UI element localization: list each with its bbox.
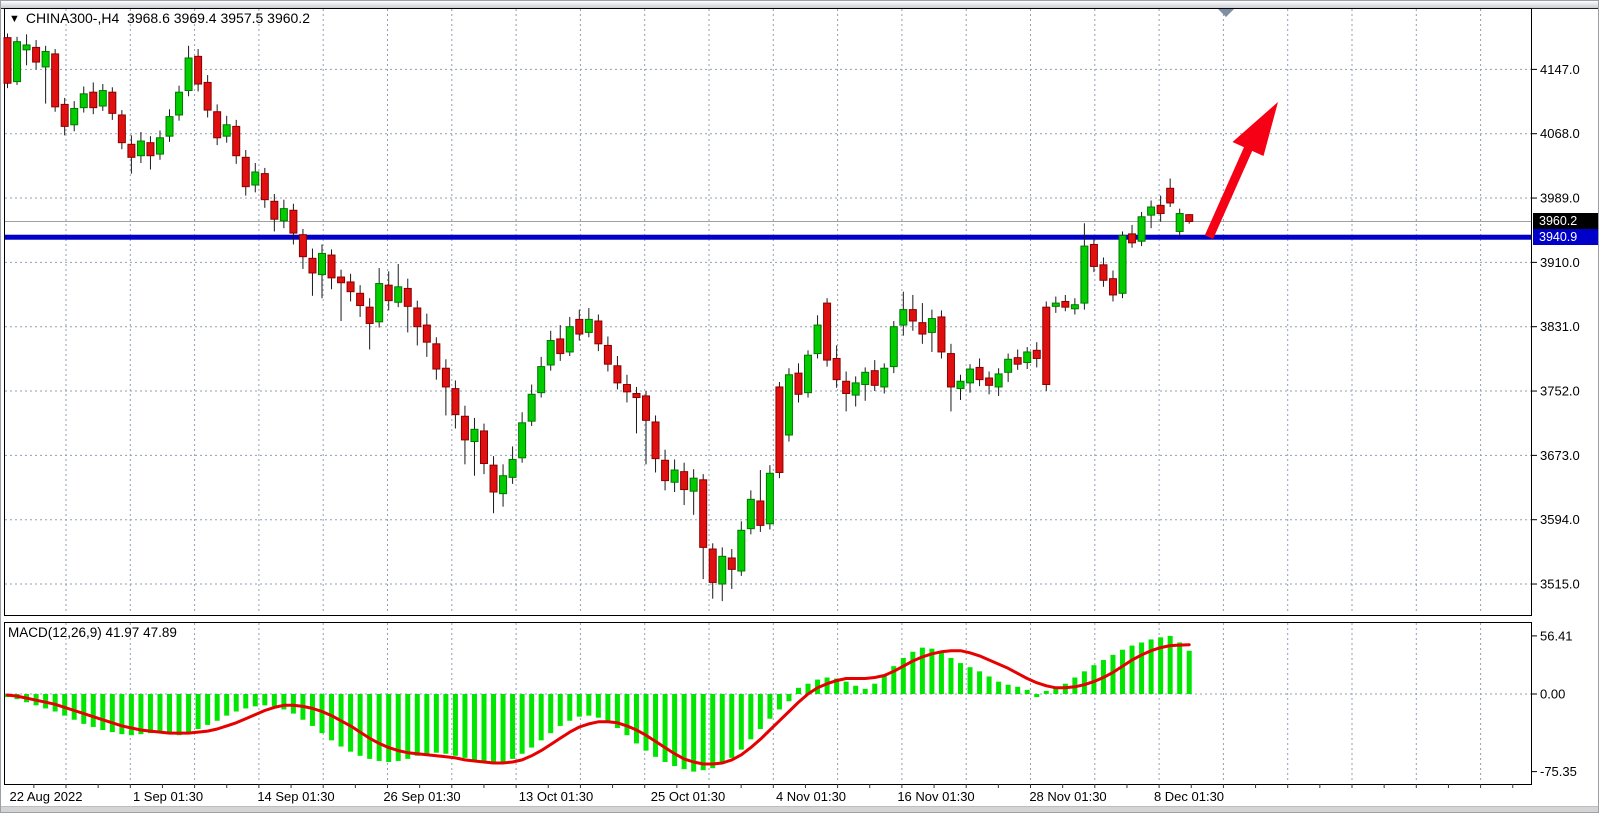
right-axis: 4147.0 4068.0 3989.0 3910.0 3831.0 3752.0 3673… xyxy=(1532,62,1580,779)
quote-text: CHINA300-,H4 3968.6 3969.4 3957.5 3960.2 xyxy=(26,10,310,26)
trend-arrow[interactable] xyxy=(1209,102,1278,237)
support-line[interactable] xyxy=(5,235,1531,240)
svg-text:1 Sep 01:30: 1 Sep 01:30 xyxy=(133,789,203,804)
macd-indicator-label: MACD(12,26,9) 41.97 47.89 xyxy=(8,625,177,640)
svg-text:56.41: 56.41 xyxy=(1540,628,1573,643)
gridlines-layer xyxy=(5,9,1531,783)
svg-text:13 Oct 01:30: 13 Oct 01:30 xyxy=(519,789,593,804)
svg-text:4147.0: 4147.0 xyxy=(1540,62,1580,77)
svg-text:28 Nov 01:30: 28 Nov 01:30 xyxy=(1029,789,1106,804)
svg-text:8 Dec 01:30: 8 Dec 01:30 xyxy=(1154,789,1224,804)
svg-text:3673.0: 3673.0 xyxy=(1540,448,1580,463)
svg-text:-75.35: -75.35 xyxy=(1540,764,1577,779)
svg-text:3910.0: 3910.0 xyxy=(1540,255,1580,270)
candles-layer xyxy=(4,34,1193,602)
svg-text:25 Oct 01:30: 25 Oct 01:30 xyxy=(651,789,725,804)
window-bottom-strip xyxy=(1,806,1598,813)
price-badge-current: 3960.2 xyxy=(1533,213,1599,229)
chart-svg: 4147.0 4068.0 3989.0 3910.0 3831.0 3752.0 3673… xyxy=(1,1,1599,813)
svg-text:3515.0: 3515.0 xyxy=(1540,577,1580,592)
bottom-axis: 22 Aug 2022 1 Sep 01:30 14 Sep 01:30 26 Sep… xyxy=(9,784,1512,804)
svg-text:26 Sep 01:30: 26 Sep 01:30 xyxy=(383,789,460,804)
svg-text:22 Aug 2022: 22 Aug 2022 xyxy=(9,789,82,804)
svg-text:3831.0: 3831.0 xyxy=(1540,319,1580,334)
svg-text:14 Sep 01:30: 14 Sep 01:30 xyxy=(257,789,334,804)
price-badge-support-line: 3940.9 xyxy=(1533,229,1599,245)
svg-text:3752.0: 3752.0 xyxy=(1540,384,1580,399)
chart-window: ▼ CHINA300-,H4 3968.6 3969.4 3957.5 3960.… xyxy=(0,0,1599,813)
macd-histogram-layer xyxy=(5,636,1192,772)
symbol-dropdown-icon[interactable]: ▼ xyxy=(9,13,20,25)
quote-header: ▼ CHINA300-,H4 3968.6 3969.4 3957.5 3960.… xyxy=(9,10,310,26)
chart-shift-marker[interactable] xyxy=(1218,9,1234,17)
svg-text:3989.0: 3989.0 xyxy=(1540,191,1580,206)
svg-text:0.00: 0.00 xyxy=(1540,687,1565,702)
svg-text:3594.0: 3594.0 xyxy=(1540,512,1580,527)
svg-text:16 Nov 01:30: 16 Nov 01:30 xyxy=(897,789,974,804)
svg-text:4 Nov 01:30: 4 Nov 01:30 xyxy=(776,789,846,804)
svg-text:4068.0: 4068.0 xyxy=(1540,126,1580,141)
